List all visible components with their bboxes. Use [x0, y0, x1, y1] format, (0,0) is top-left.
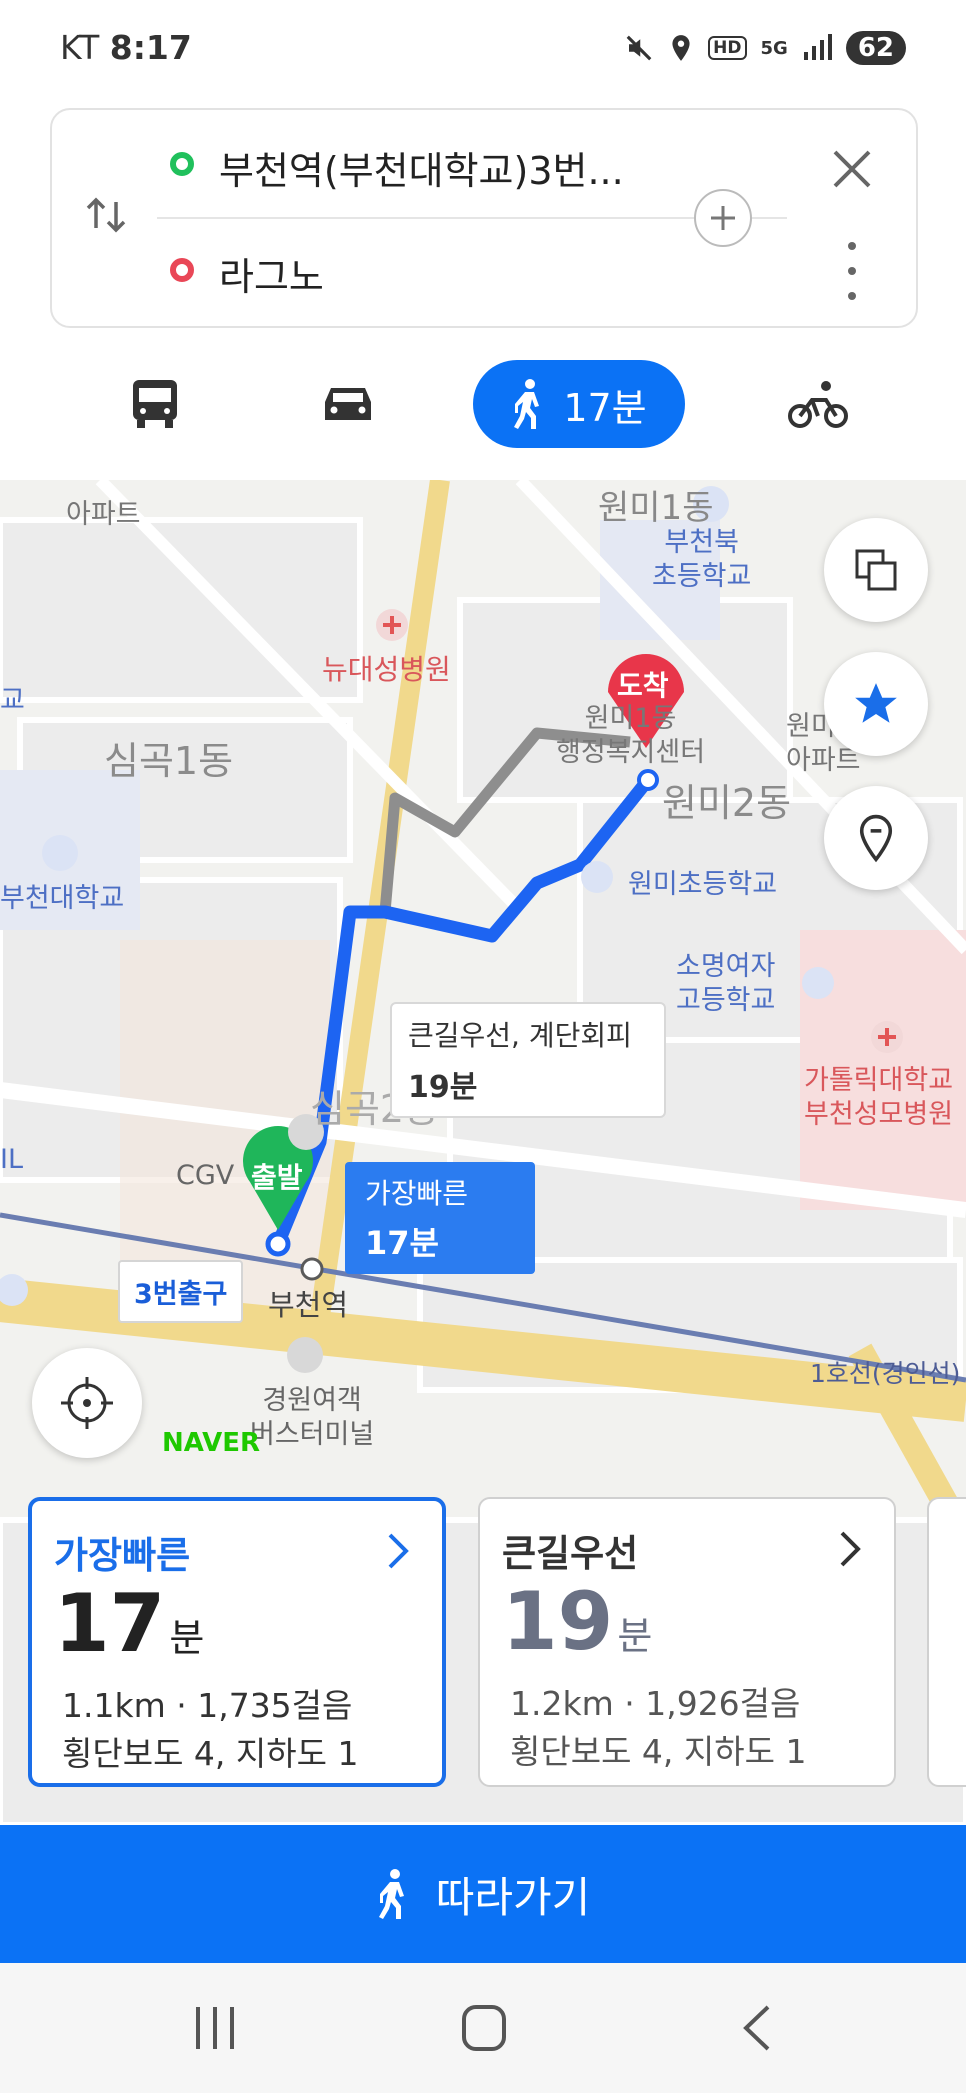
origin-dot	[170, 152, 194, 176]
carrier-time: KT 8:17	[60, 28, 192, 67]
card-minutes-unit: 분	[617, 1614, 653, 1658]
current-location-button[interactable]	[32, 1348, 142, 1458]
card-distance: 1.1km · 1,735걸음	[62, 1686, 353, 1725]
location-icon	[672, 35, 690, 61]
tab-car[interactable]	[300, 360, 395, 448]
route-card-main-road[interactable]: 큰길우선 19 분 1.2km · 1,926걸음 횡단보도 4, 지하도 1	[478, 1497, 896, 1787]
card-minutes-unit: 분	[169, 1616, 205, 1660]
star-icon	[855, 683, 897, 723]
walk-time: 17분	[563, 385, 647, 430]
bike-icon	[787, 381, 848, 428]
map-label-somyeong: 소명여자 고등학교	[676, 951, 776, 1016]
fastest-route-time: 17분	[365, 1224, 439, 1262]
card-minutes-value: 17	[54, 1577, 166, 1670]
walk-icon	[514, 379, 540, 429]
tab-transit[interactable]	[110, 360, 200, 448]
layers-icon	[855, 549, 897, 591]
map-label-bucheon-station: 부천역	[268, 1288, 349, 1322]
place-pin-button[interactable]	[824, 786, 928, 890]
map-label-cgv: CGV	[176, 1160, 235, 1191]
fastest-route-callout[interactable]: 가장빠른 17분	[345, 1162, 535, 1274]
alt-route-name: 큰길우선, 계단회피	[408, 1019, 632, 1052]
destination-dot	[170, 258, 194, 282]
card-crossings: 횡단보도 4, 지하도 1	[510, 1732, 807, 1771]
tab-walk[interactable]: 17분	[473, 360, 685, 448]
car-icon	[324, 388, 371, 420]
origin-input[interactable]: 부천역(부천대학교)3번...	[219, 140, 624, 195]
map-label-wonmi1: 원미1동	[598, 488, 714, 528]
bus-icon	[133, 380, 177, 428]
follow-route-button[interactable]: 따라가기	[0, 1825, 966, 1963]
swap-icon[interactable]	[82, 190, 132, 240]
map-label-hospital: 뉴대성병원	[322, 653, 451, 686]
start-marker-label: 출발	[251, 1161, 303, 1194]
battery-icon: 62	[845, 31, 906, 65]
alt-route-time: 19분	[408, 1070, 478, 1105]
arrive-marker-label: 도착	[617, 669, 669, 702]
map-label-bucheon-univ: 부천대학교	[0, 883, 125, 914]
add-waypoint-button[interactable]	[694, 189, 752, 247]
more-options-icon[interactable]	[830, 236, 874, 306]
follow-label: 따라가기	[435, 1872, 591, 1922]
card-distance: 1.2km · 1,926걸음	[510, 1684, 801, 1723]
chevron-right-icon	[388, 1533, 409, 1569]
map-label-line1: 1호선(경인선)	[810, 1359, 961, 1388]
chevron-right-icon	[840, 1531, 861, 1567]
card-crossings: 횡단보도 4, 지하도 1	[62, 1734, 359, 1773]
tab-bike[interactable]	[770, 360, 865, 448]
map-label-wonmi-center: 원미1동 행정복지센터	[556, 703, 706, 768]
crosshair-icon	[61, 1377, 113, 1429]
map-layer-button[interactable]	[824, 518, 928, 622]
network-icon: 5G	[760, 37, 788, 59]
map-label-wonmi-elementary: 원미초등학교	[628, 869, 778, 900]
favorite-button[interactable]	[824, 652, 928, 756]
walk-icon	[378, 1869, 404, 1919]
divider	[157, 217, 787, 219]
naver-logo: NAVER	[162, 1428, 261, 1458]
map-label-wonmi2: 원미2동	[662, 781, 792, 825]
plus-icon	[711, 206, 735, 230]
card-minutes: 17 분	[54, 1577, 204, 1670]
map-label-left-edge: 교	[0, 685, 25, 716]
hd-icon: HD	[708, 36, 747, 60]
map-label-bucheonbuk-school: 부천북 초등학교	[652, 527, 752, 592]
status-bar: KT 8:17 HD 5G 62	[0, 0, 966, 100]
status-icons: HD 5G 62	[624, 28, 906, 68]
map-label-simgok1: 심곡1동	[104, 739, 234, 783]
close-icon[interactable]	[827, 144, 877, 194]
home-icon[interactable]	[460, 2003, 508, 2053]
map-label-catholic-hospital: 가톨릭대학교 부천성모병원	[804, 1065, 954, 1130]
back-icon[interactable]	[740, 2003, 774, 2053]
card-minutes: 19 분	[502, 1575, 652, 1668]
card-title: 큰길우선	[502, 1532, 639, 1575]
exit-label: 3번출구	[118, 1260, 244, 1323]
route-card-fastest[interactable]: 가장빠른 17 분 1.1km · 1,735걸음 횡단보도 4, 지하도 1	[28, 1497, 446, 1787]
carrier-label: KT	[60, 28, 100, 67]
fastest-route-name: 가장빠른	[365, 1177, 469, 1210]
pin-icon	[859, 814, 893, 863]
mute-icon	[626, 35, 652, 61]
card-title: 가장빠른	[54, 1534, 191, 1577]
signal-icon	[803, 34, 832, 60]
system-nav-bar	[0, 1963, 966, 2093]
clock: 8:17	[109, 28, 192, 67]
destination-input[interactable]: 라그노	[219, 246, 324, 301]
route-search-panel: 부천역(부천대학교)3번... 라그노	[50, 108, 918, 328]
map-label-left-edge-2: IL	[0, 1144, 24, 1175]
map-label-bus-terminal: 경원여객 버스터미널	[250, 1385, 375, 1450]
recent-apps-icon[interactable]	[192, 2003, 238, 2053]
map-label-apt: 아파트	[66, 499, 141, 530]
card-minutes-value: 19	[502, 1575, 614, 1668]
route-card-next[interactable]	[927, 1497, 966, 1787]
alt-route-callout[interactable]: 큰길우선, 계단회피 19분	[390, 1002, 666, 1118]
